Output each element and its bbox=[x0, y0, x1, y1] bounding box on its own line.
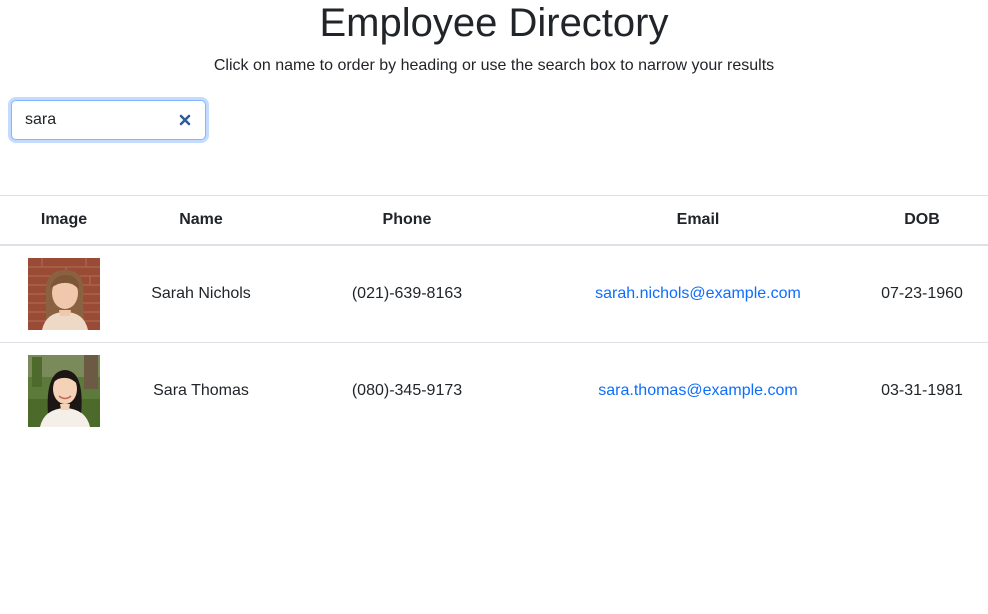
avatar-cell bbox=[0, 342, 128, 439]
search-box bbox=[11, 100, 206, 140]
page-subtitle: Click on name to order by heading or use… bbox=[213, 57, 775, 74]
employee-name: Sara Thomas bbox=[153, 381, 249, 399]
table-header: Image Name Phone Email DOB bbox=[0, 195, 988, 246]
column-header-dob[interactable]: DOB bbox=[856, 196, 988, 246]
employee-email-link[interactable]: sarah.nichols@example.com bbox=[595, 285, 801, 302]
employee-name: Sarah Nichols bbox=[151, 284, 251, 302]
table-row: Sarah Nichols (021)-639-8163 sarah.nicho… bbox=[0, 245, 988, 342]
column-header-name[interactable]: Name bbox=[128, 196, 274, 246]
employee-table: Image Name Phone Email DOB Sarah Nichols… bbox=[0, 195, 988, 439]
employee-directory-page: Employee Directory Click on name to orde… bbox=[0, 0, 988, 614]
employee-dob: 07-23-1960 bbox=[881, 284, 963, 302]
employee-phone: (080)-345-9173 bbox=[351, 381, 463, 399]
column-header-image[interactable]: Image bbox=[0, 196, 128, 246]
employee-email-cell: sarah.nichols@example.com bbox=[540, 245, 856, 342]
employee-email-cell: sara.thomas@example.com bbox=[540, 342, 856, 439]
avatar bbox=[28, 354, 100, 427]
table-header-row: Image Name Phone Email DOB bbox=[0, 195, 988, 246]
close-icon[interactable] bbox=[177, 112, 193, 128]
table-row: Sara Thomas (080)-345-9173 sara.thomas@e… bbox=[0, 342, 988, 439]
employee-dob: 03-31-1981 bbox=[881, 381, 963, 399]
column-header-email[interactable]: Email bbox=[540, 196, 856, 246]
page-title: Employee Directory bbox=[319, 1, 669, 45]
table-body: Sarah Nichols (021)-639-8163 sarah.nicho… bbox=[0, 245, 988, 439]
employee-email-link[interactable]: sara.thomas@example.com bbox=[598, 382, 797, 399]
avatar-cell bbox=[0, 245, 128, 342]
search-input[interactable] bbox=[12, 101, 172, 139]
avatar bbox=[28, 257, 100, 330]
column-header-phone[interactable]: Phone bbox=[274, 196, 540, 246]
employee-phone: (021)-639-8163 bbox=[351, 284, 463, 302]
